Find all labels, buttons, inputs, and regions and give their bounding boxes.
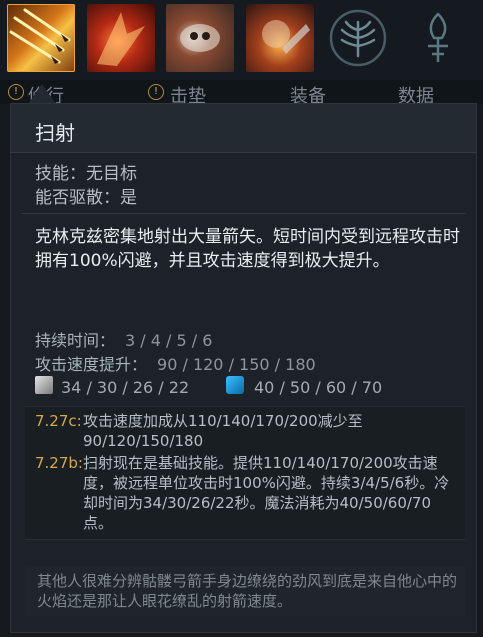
tooltip-header: 扫射: [11, 104, 476, 153]
lore-box: 其他人很难分辨骷髅弓箭手身边缭绕的劲风到底是来自他心中的火焰还是那让人眼花缭乱的…: [25, 566, 465, 616]
cooldown-icon: [35, 376, 53, 394]
cooldown-values: 34 / 30 / 26 / 22: [61, 378, 190, 397]
aghanims-scepter-icon[interactable]: [408, 8, 468, 68]
talent-tree-icon[interactable]: [328, 8, 388, 68]
ability-tooltip: 扫射 技能：无目标 能否驱散：是 克林克兹密集地射出大量箭矢。短时间内受到远程攻…: [10, 103, 477, 633]
stat-values: 3 / 4 / 5 / 6: [125, 331, 213, 350]
tab-lock-icon: !: [148, 84, 164, 100]
strafe-ability-icon[interactable]: [7, 4, 75, 72]
patch-version: 7.27c:: [35, 412, 82, 430]
tooltip-pointer: [28, 84, 56, 104]
searing-arrows-ability-icon[interactable]: [87, 4, 155, 72]
stat-values: 90 / 120 / 150 / 180: [157, 355, 316, 374]
stat-label: 持续时间：: [35, 331, 116, 350]
ability-bar: [0, 0, 483, 80]
tab-lock-icon: !: [8, 84, 24, 100]
patch-note: 7.27b: 扫射现在是基础技能。提供110/140/170/200攻击速度，被…: [35, 453, 460, 532]
patch-note: 7.27c: 攻击速度加成从110/140/170/200减少至90/120/1…: [35, 411, 460, 450]
patch-version: 7.27b:: [35, 454, 83, 472]
dispellable-info: 能否驱散：是: [35, 188, 137, 208]
stat-label: 攻击速度提升：: [35, 355, 148, 374]
mana-cost-values: 40 / 50 / 60 / 70: [254, 378, 383, 397]
patch-text: 攻击速度加成从110/140/170/200减少至90/120/150/180: [83, 412, 363, 450]
stat-duration: 持续时间： 3 / 4 / 5 / 6: [35, 327, 212, 351]
death-pact-ability-icon[interactable]: [246, 4, 314, 72]
patch-text: 扫射现在是基础技能。提供110/140/170/200攻击速度，被远程单位攻击时…: [83, 454, 450, 532]
mana-cost-icon: [226, 376, 244, 394]
patch-notes: 7.27c: 攻击速度加成从110/140/170/200减少至90/120/1…: [25, 406, 465, 540]
stat-attack-speed: 攻击速度提升： 90 / 120 / 150 / 180: [35, 351, 316, 375]
skeleton-walk-ability-icon[interactable]: [166, 4, 234, 72]
ability-type: 技能：无目标: [35, 164, 137, 184]
ability-description: 克林克兹密集地射出大量箭矢。短时间内受到远程攻击时拥有100%闪避，并且攻击速度…: [35, 227, 460, 271]
divider: [21, 213, 466, 214]
lore-text: 其他人很难分辨骷髅弓箭手身边缭绕的劲风到底是来自他心中的火焰还是那让人眼花缭乱的…: [37, 572, 458, 610]
ability-title: 扫射: [35, 121, 75, 145]
